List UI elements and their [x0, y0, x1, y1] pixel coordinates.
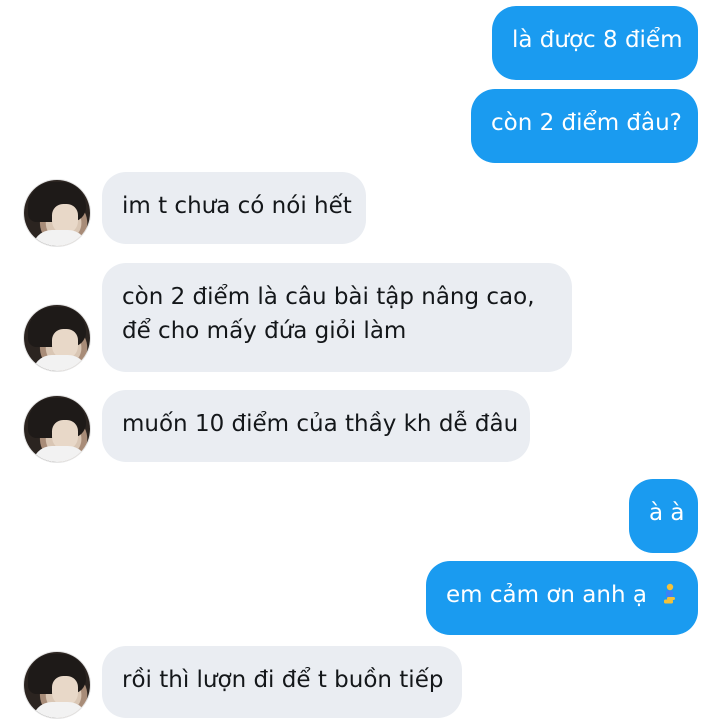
message-text-line-1: còn 2 điểm là câu bài tập nâng cao,	[122, 284, 535, 310]
contact-avatar[interactable]	[24, 652, 90, 718]
incoming-message[interactable]: im t chưa có nói hết	[102, 172, 366, 244]
message-text-line-2: để cho mấy đứa giỏi làm	[122, 318, 407, 344]
message-text: à à	[649, 500, 685, 526]
contact-avatar[interactable]	[24, 396, 90, 462]
incoming-message[interactable]: còn 2 điểm là câu bài tập nâng cao, để c…	[102, 263, 572, 372]
message-text: muốn 10 điểm của thầy kh dễ đâu	[122, 411, 519, 437]
conversation-thread: là được 8 điểm còn 2 điểm đâu? im t chưa…	[0, 0, 720, 725]
message-text: là được 8 điểm	[512, 27, 683, 53]
message-text: im t chưa có nói hết	[122, 193, 352, 219]
message-text: còn 2 điểm đâu?	[491, 110, 682, 136]
incoming-message[interactable]: rồi thì lượn đi để t buồn tiếp	[102, 646, 462, 718]
incoming-message[interactable]: muốn 10 điểm của thầy kh dễ đâu	[102, 390, 530, 462]
outgoing-message[interactable]: em cảm ơn anh ạ	[426, 561, 698, 635]
outgoing-message[interactable]: à à	[629, 479, 698, 553]
person-kneeling-emoji	[664, 583, 676, 604]
outgoing-message[interactable]: còn 2 điểm đâu?	[471, 89, 698, 163]
message-text: em cảm ơn anh ạ	[446, 582, 647, 608]
contact-avatar[interactable]	[24, 305, 90, 371]
contact-avatar[interactable]	[24, 180, 90, 246]
message-text: rồi thì lượn đi để t buồn tiếp	[122, 667, 444, 693]
outgoing-message[interactable]: là được 8 điểm	[492, 6, 698, 80]
